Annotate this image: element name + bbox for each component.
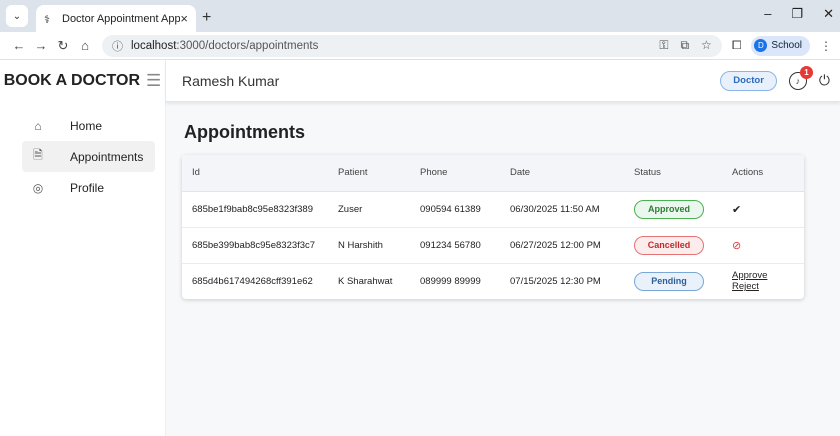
sidebar-nav: ⌂ Home 🗎 Appointments ◎ Profile <box>0 102 165 203</box>
home-browser-icon[interactable]: ⌂ <box>74 38 96 53</box>
home-icon: ⌂ <box>34 118 42 133</box>
appointments-table-card: Id Patient Phone Date Status Actions 685… <box>182 155 804 299</box>
page-title: Appointments <box>184 122 305 142</box>
status-badge: Pending <box>634 271 704 291</box>
close-tab-icon[interactable]: × <box>180 11 188 26</box>
cell-status: Cancelled <box>624 227 722 264</box>
password-key-icon[interactable]: ⚿ <box>659 38 668 53</box>
cell-actions: ⊘ <box>722 227 804 264</box>
cell-status: Pending <box>624 263 722 299</box>
profile-button[interactable]: D School <box>751 35 810 56</box>
cell-id: 685be1f9bab8c95e8323f389 <box>182 191 328 228</box>
bookmark-star-icon[interactable]: ☆ <box>701 38 712 53</box>
content: Appointments Id Patient Phone Date Statu… <box>166 102 840 315</box>
column-header-phone: Phone <box>410 155 500 192</box>
sidebar-item-label: Home <box>70 118 103 133</box>
table-row: 685be1f9bab8c95e8323f389 Zuser 090594 61… <box>182 191 804 228</box>
restore-icon[interactable]: ❐ <box>791 6 803 22</box>
cell-actions: ✔ <box>722 191 804 228</box>
table-row: 685be399bab8c95e8323f3c7 N Harshith 0912… <box>182 227 804 264</box>
cell-id: 685be399bab8c95e8323f3c7 <box>182 227 328 264</box>
url-path: :3000/doctors/appointments <box>176 39 319 52</box>
window-controls: – ❐ ✕ <box>764 6 834 22</box>
column-header-actions: Actions <box>722 155 804 192</box>
document-icon: 🗎 <box>33 148 43 162</box>
checkmark-icon: ✔ <box>732 203 742 216</box>
notification-count-badge: 1 <box>799 65 813 79</box>
top-header: Ramesh Kumar Doctor ♪ 1 ⏻ <box>166 60 840 102</box>
column-header-status: Status <box>624 155 722 192</box>
cell-actions: Approve Reject <box>722 263 804 299</box>
notification-bell-icon[interactable]: ♪ 1 <box>788 65 813 90</box>
brand-title: BOOK A DOCTOR <box>3 72 141 89</box>
brand: BOOK A DOCTOR ☰ <box>0 60 165 102</box>
status-badge: Cancelled <box>634 235 704 255</box>
browser-tab[interactable]: ⚕ Doctor Appointment App × <box>36 5 196 32</box>
forward-arrow-icon[interactable]: → <box>30 38 52 53</box>
url-host: localhost <box>131 39 177 52</box>
role-badge: Doctor <box>720 70 777 91</box>
table-header-row: Id Patient Phone Date Status Actions <box>182 155 804 192</box>
sidebar-item-appointments[interactable]: 🗎 Appointments <box>22 141 155 172</box>
cell-phone: 090594 61389 <box>410 191 500 228</box>
install-app-icon[interactable]: ⧉ <box>680 38 689 53</box>
back-arrow-icon[interactable]: ← <box>8 38 30 53</box>
cell-phone: 089999 89999 <box>420 275 481 287</box>
reload-icon[interactable]: ↻ <box>52 38 74 54</box>
sidebar-item-home[interactable]: ⌂ Home <box>22 110 155 141</box>
column-header-patient: Patient <box>328 155 410 192</box>
extensions-icon[interactable]: ⧠ <box>732 38 742 53</box>
tab-search-button[interactable]: ⌄ <box>6 5 28 27</box>
profile-label: School <box>771 40 802 51</box>
cell-patient: K Sharahwat <box>338 275 393 287</box>
reject-link[interactable]: Reject <box>732 281 759 292</box>
minimize-icon[interactable]: – <box>764 6 771 22</box>
browser-toolbar: ← → ↻ ⌂ ⓘ localhost:3000/doctors/appoint… <box>0 32 840 60</box>
profile-avatar: D <box>754 39 768 52</box>
status-badge: Approved <box>634 199 704 219</box>
cell-patient: Zuser <box>328 191 410 228</box>
sidebar-item-label: Profile <box>70 180 105 195</box>
column-header-date: Date <box>500 155 624 192</box>
column-header-id: Id <box>182 155 328 192</box>
sidebar-item-profile[interactable]: ◎ Profile <box>22 172 155 203</box>
cancelled-icon: ⊘ <box>732 239 742 252</box>
cell-id: 685d4b617494268cff391e62 <box>192 275 313 287</box>
cell-patient: N Harshith <box>328 227 410 264</box>
sidebar: BOOK A DOCTOR ☰ ⌂ Home 🗎 Appointments ◎ … <box>0 60 166 436</box>
tab-title: Doctor Appointment App <box>62 12 181 25</box>
approve-link[interactable]: Approve <box>732 270 767 281</box>
user-name: Ramesh Kumar <box>182 72 280 89</box>
cell-date: 07/15/2025 12:30 PM <box>510 275 601 287</box>
browser-tab-bar: ⌄ ⚕ Doctor Appointment App × + – ❐ ✕ <box>0 0 840 32</box>
hamburger-menu-icon[interactable]: ☰ <box>146 71 161 91</box>
cell-date: 06/30/2025 11:50 AM <box>500 191 624 228</box>
close-window-icon[interactable]: ✕ <box>823 6 834 22</box>
app-root: BOOK A DOCTOR ☰ ⌂ Home 🗎 Appointments ◎ … <box>0 60 840 436</box>
doctor-favicon-icon: ⚕ <box>44 13 50 26</box>
logout-icon[interactable]: ⏻ <box>819 72 830 89</box>
more-menu-icon[interactable]: ⋮ <box>820 39 832 53</box>
main-area: Ramesh Kumar Doctor ♪ 1 ⏻ Appointments I… <box>166 60 840 436</box>
cell-phone: 091234 56780 <box>410 227 500 264</box>
appointments-table: Id Patient Phone Date Status Actions 685… <box>182 155 804 299</box>
new-tab-button[interactable]: + <box>202 9 211 27</box>
user-circle-icon: ◎ <box>32 180 44 195</box>
cell-status: Approved <box>624 191 722 228</box>
table-row: 685d4b617494268cff391e62 K Sharahwat 089… <box>182 263 804 299</box>
sidebar-item-label: Appointments <box>70 149 144 164</box>
cell-date: 06/27/2025 12:00 PM <box>500 227 624 264</box>
address-bar[interactable]: ⓘ localhost:3000/doctors/appointments ⚿ … <box>102 34 722 57</box>
site-info-icon[interactable]: ⓘ <box>112 38 123 54</box>
